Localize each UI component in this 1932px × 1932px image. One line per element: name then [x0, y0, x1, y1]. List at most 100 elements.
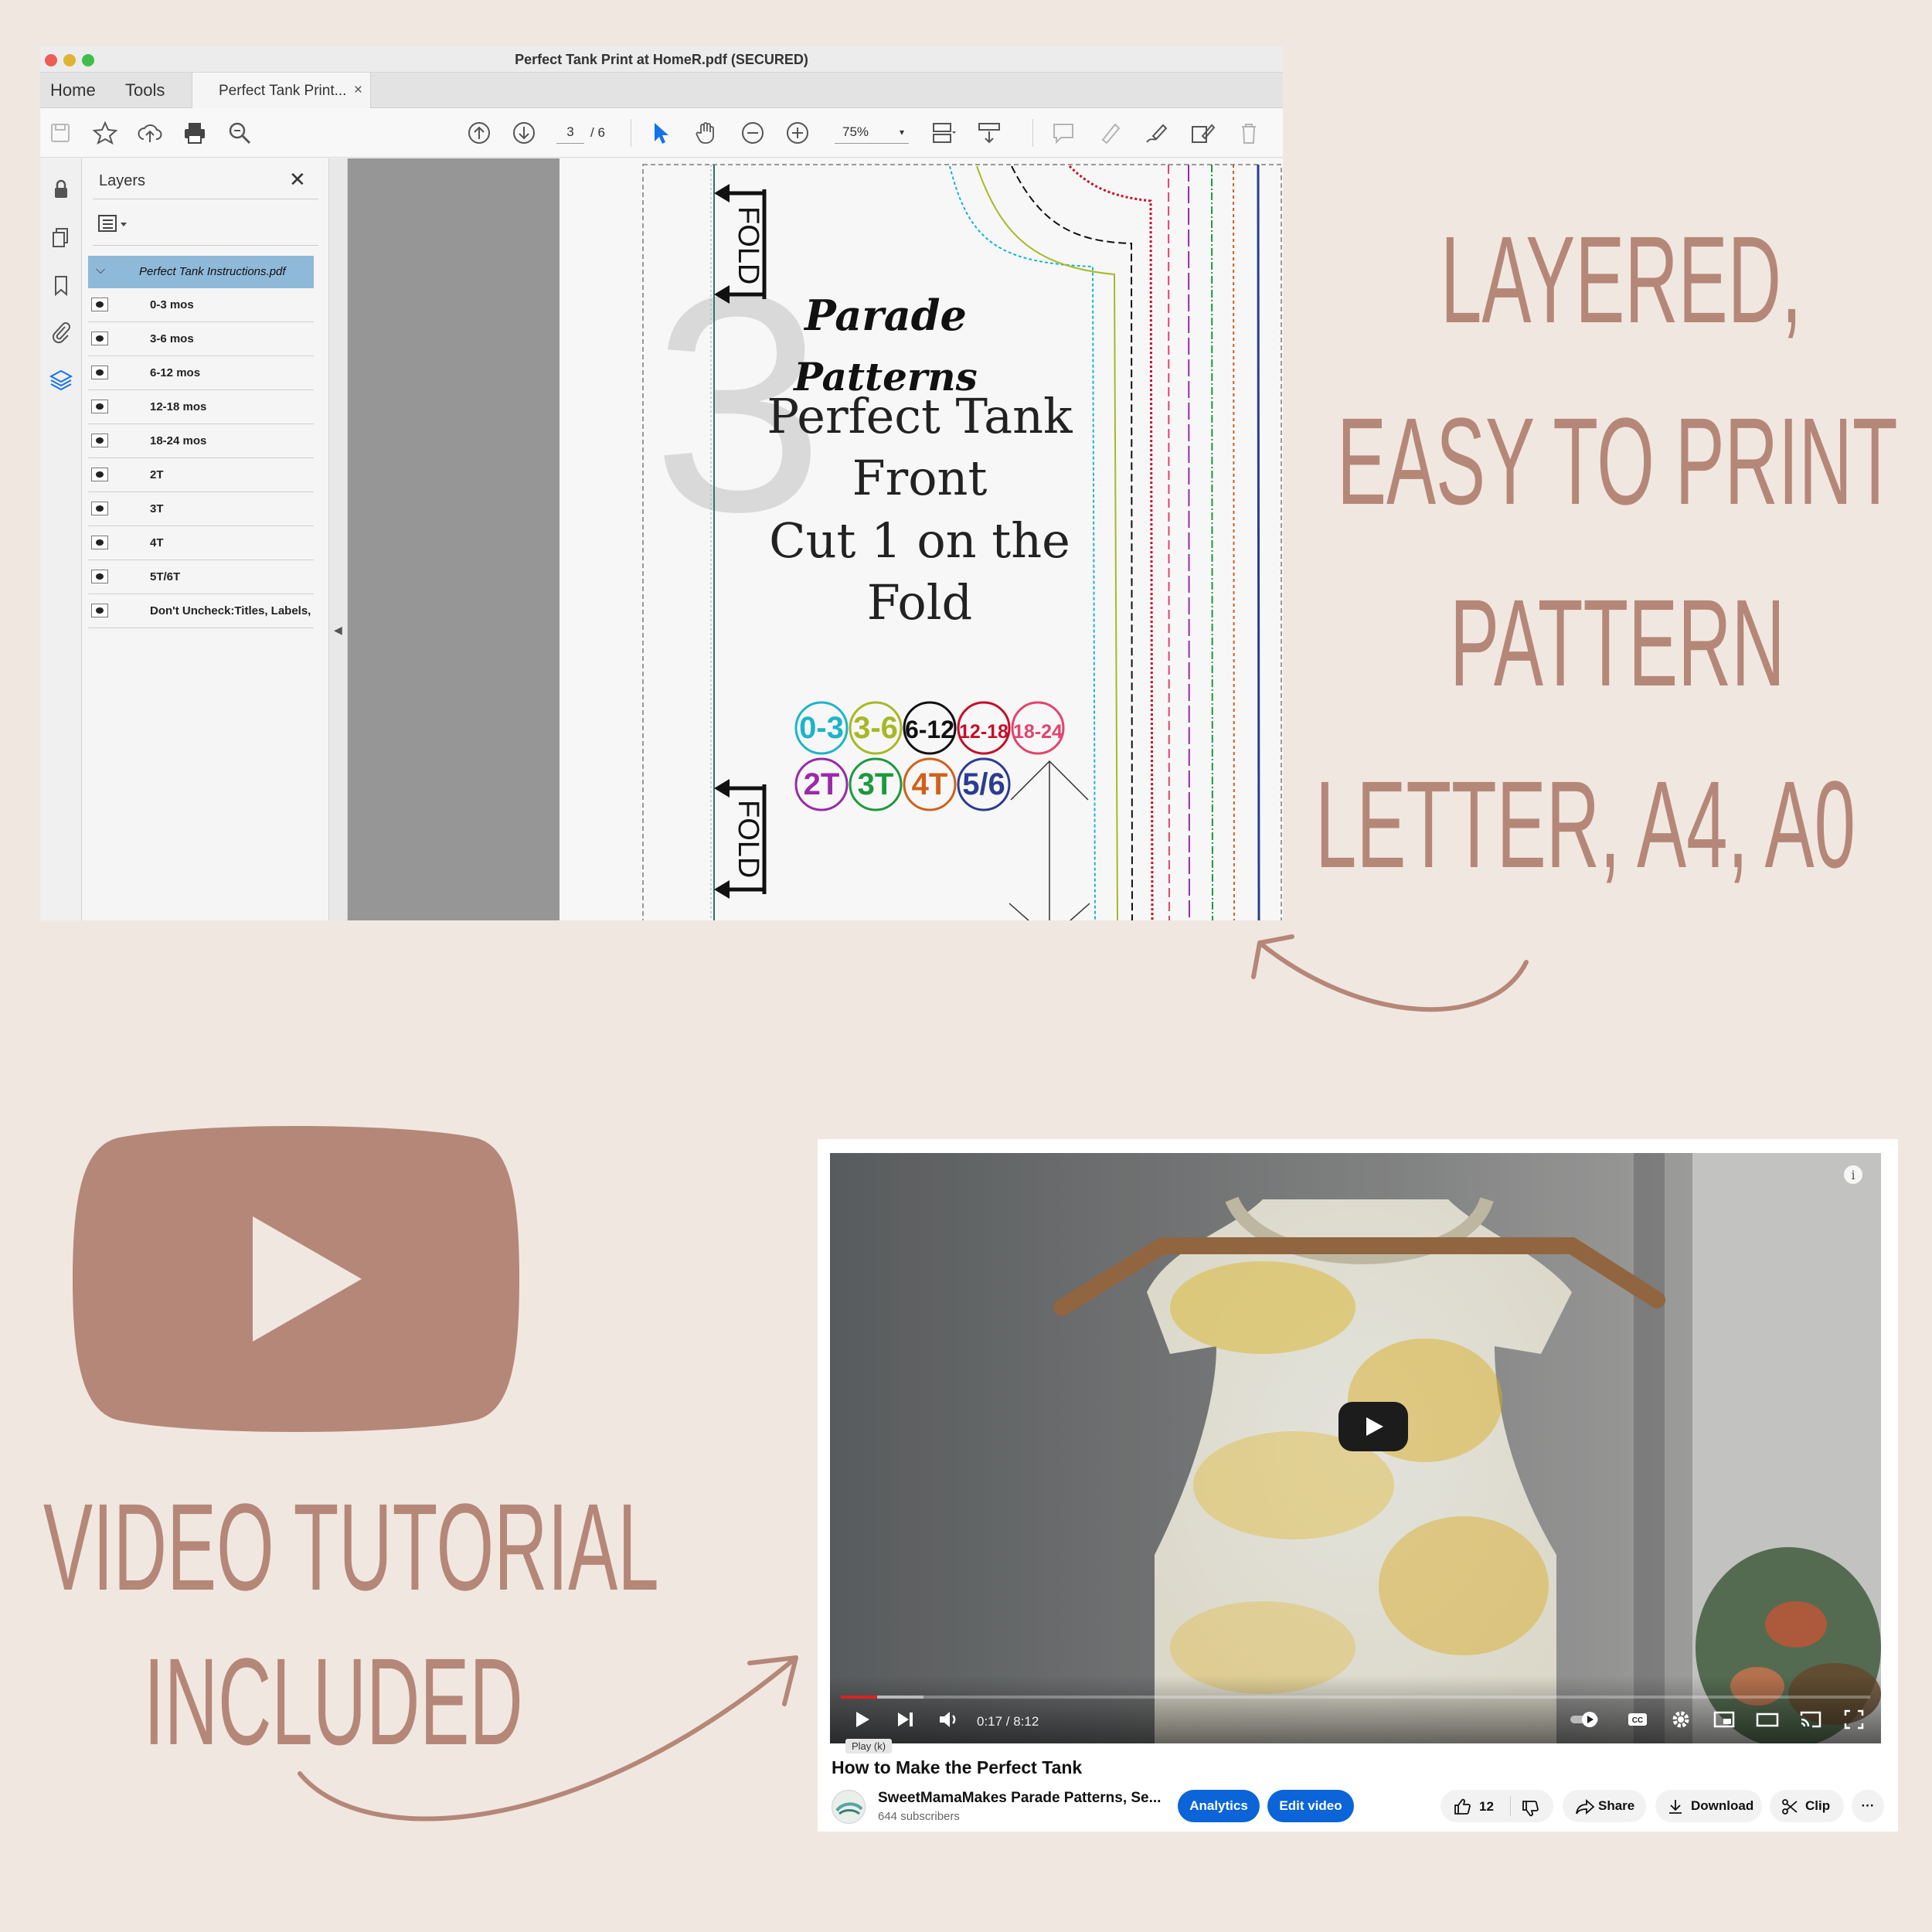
print-icon[interactable]: [181, 119, 209, 147]
play-icon[interactable]: [849, 1706, 875, 1733]
chevron-down-icon[interactable]: ⌵: [96, 264, 105, 277]
info-icon[interactable]: i: [1842, 1164, 1864, 1185]
fold-label-top: FOLD: [732, 206, 764, 284]
video-time: 0:17 / 8:12: [977, 1714, 1039, 1729]
window-titlebar: Perfect Tank Print at HomeR.pdf (SECURED…: [40, 46, 1283, 73]
page-display-icon[interactable]: [929, 119, 957, 147]
select-cursor-icon[interactable]: [646, 119, 674, 147]
like-icon[interactable]: [1453, 1798, 1471, 1816]
upload-cloud-icon[interactable]: [136, 119, 164, 147]
star-icon[interactable]: [91, 119, 119, 147]
sign-icon[interactable]: [1142, 119, 1170, 147]
size-badge: 5/6: [957, 757, 1011, 811]
zoom-out-icon[interactable]: [739, 119, 767, 147]
next-video-icon[interactable]: [892, 1706, 918, 1733]
zoom-in-icon[interactable]: [784, 119, 811, 147]
layer-root-item[interactable]: ⌵ Perfect Tank Instructions.pdf: [88, 256, 314, 288]
scroll-mode-icon[interactable]: [975, 119, 1003, 147]
eye-visibility-icon[interactable]: [91, 434, 108, 447]
eye-visibility-icon[interactable]: [91, 298, 108, 311]
share-icon: [1576, 1798, 1595, 1815]
page-number-input[interactable]: 3: [556, 121, 584, 144]
menu-home[interactable]: Home: [50, 80, 96, 100]
next-page-icon[interactable]: [510, 119, 538, 147]
divider: [93, 245, 318, 246]
pattern-title-line: Fold: [867, 574, 972, 631]
eye-visibility-icon[interactable]: [91, 468, 108, 481]
settings-gear-icon[interactable]: [1668, 1706, 1694, 1733]
more-actions-button[interactable]: ···: [1852, 1790, 1884, 1822]
document-tab[interactable]: Perfect Tank Print... ×: [192, 73, 371, 108]
eye-visibility-icon[interactable]: [91, 400, 108, 413]
grainline-arrow: [1009, 760, 1090, 920]
channel-name[interactable]: SweetMamaMakes Parade Patterns, Se...: [878, 1790, 1161, 1807]
collapse-arrow-icon[interactable]: ◀: [334, 624, 342, 637]
pages-icon[interactable]: [49, 225, 73, 250]
fullscreen-icon[interactable]: [1841, 1706, 1867, 1733]
edit-video-button[interactable]: Edit video: [1267, 1790, 1354, 1822]
layer-item[interactable]: 0-3 mos: [88, 288, 314, 322]
eye-visibility-icon[interactable]: [91, 502, 108, 515]
highlight-icon[interactable]: [1096, 119, 1124, 147]
layers-options-icon[interactable]: [97, 214, 134, 234]
cast-icon[interactable]: [1798, 1706, 1824, 1733]
close-icon[interactable]: ✕: [289, 168, 306, 192]
layers-icon[interactable]: [49, 367, 73, 392]
channel-avatar[interactable]: [832, 1790, 866, 1824]
youtube-logo: [73, 1126, 519, 1432]
layer-item[interactable]: 2T: [88, 458, 314, 492]
chevron-down-icon: ▾: [899, 127, 904, 138]
comment-icon[interactable]: [1049, 119, 1077, 147]
layer-item[interactable]: 3-6 mos: [88, 322, 314, 356]
layer-item[interactable]: 18-24 mos: [88, 424, 314, 458]
previous-page-icon[interactable]: [465, 119, 493, 147]
analytics-button[interactable]: Analytics: [1178, 1790, 1260, 1822]
close-tab-icon[interactable]: ×: [354, 82, 362, 99]
center-play-icon[interactable]: [1338, 1402, 1408, 1451]
autoplay-toggle-icon[interactable]: [1569, 1706, 1603, 1733]
toolbar-divider: [1032, 119, 1033, 147]
panel-splitter[interactable]: ◀: [329, 158, 348, 920]
theater-mode-icon[interactable]: [1754, 1706, 1781, 1733]
tab-bar: Home Tools Perfect Tank Print... ×: [40, 73, 1283, 108]
attachment-icon[interactable]: [49, 319, 73, 344]
video-player[interactable]: i 0:17 / 8:12 CC: [830, 1153, 1881, 1743]
eye-visibility-icon[interactable]: [91, 604, 108, 617]
document-tab-label: Perfect Tank Print...: [219, 83, 347, 99]
eye-visibility-icon[interactable]: [91, 536, 108, 549]
dislike-icon[interactable]: [1521, 1799, 1539, 1818]
video-title[interactable]: How to Make the Perfect Tank: [832, 1757, 1082, 1778]
eye-visibility-icon[interactable]: [91, 570, 108, 583]
layer-item[interactable]: 6-12 mos: [88, 356, 314, 390]
like-count: 12: [1479, 1799, 1494, 1814]
layer-item[interactable]: 4T: [88, 526, 314, 560]
lock-icon[interactable]: [49, 177, 73, 202]
layer-item-label: 0-3 mos: [150, 298, 194, 311]
captions-icon[interactable]: CC: [1624, 1706, 1651, 1733]
layer-item[interactable]: 12-18 mos: [88, 390, 314, 424]
miniplayer-icon[interactable]: [1711, 1706, 1737, 1733]
pattern-title-line: Perfect Tank: [767, 388, 1073, 444]
pattern-drawing: 3 FOLD FOLD Parade Patterns Perfect Tank…: [642, 164, 1282, 920]
save-icon[interactable]: [46, 119, 74, 147]
eye-visibility-icon[interactable]: [91, 366, 108, 379]
delete-icon[interactable]: [1235, 119, 1263, 147]
size-badge: 4T: [903, 757, 957, 811]
page-total: / 6: [590, 125, 605, 140]
headline-line-3: PATTERN: [1450, 573, 1785, 712]
volume-icon[interactable]: [935, 1706, 961, 1733]
layer-item[interactable]: 5T/6T: [88, 560, 314, 594]
progress-bar[interactable]: [841, 1696, 1870, 1699]
menu-tools[interactable]: Tools: [125, 80, 165, 100]
hand-tool-icon[interactable]: [692, 119, 720, 147]
search-zoom-icon[interactable]: [226, 119, 253, 147]
edit-pdf-icon[interactable]: [1189, 119, 1216, 147]
layer-item[interactable]: Don't Uncheck:Titles, Labels,: [88, 594, 314, 628]
layer-item-label: 5T/6T: [150, 570, 181, 583]
size-badge: 18-24: [1011, 701, 1065, 755]
size-badge-label: 18-24: [1013, 721, 1063, 743]
bookmark-icon[interactable]: [49, 273, 73, 298]
zoom-level-select[interactable]: 75% ▾: [835, 121, 909, 144]
eye-visibility-icon[interactable]: [91, 332, 108, 345]
layer-item[interactable]: 3T: [88, 492, 314, 526]
